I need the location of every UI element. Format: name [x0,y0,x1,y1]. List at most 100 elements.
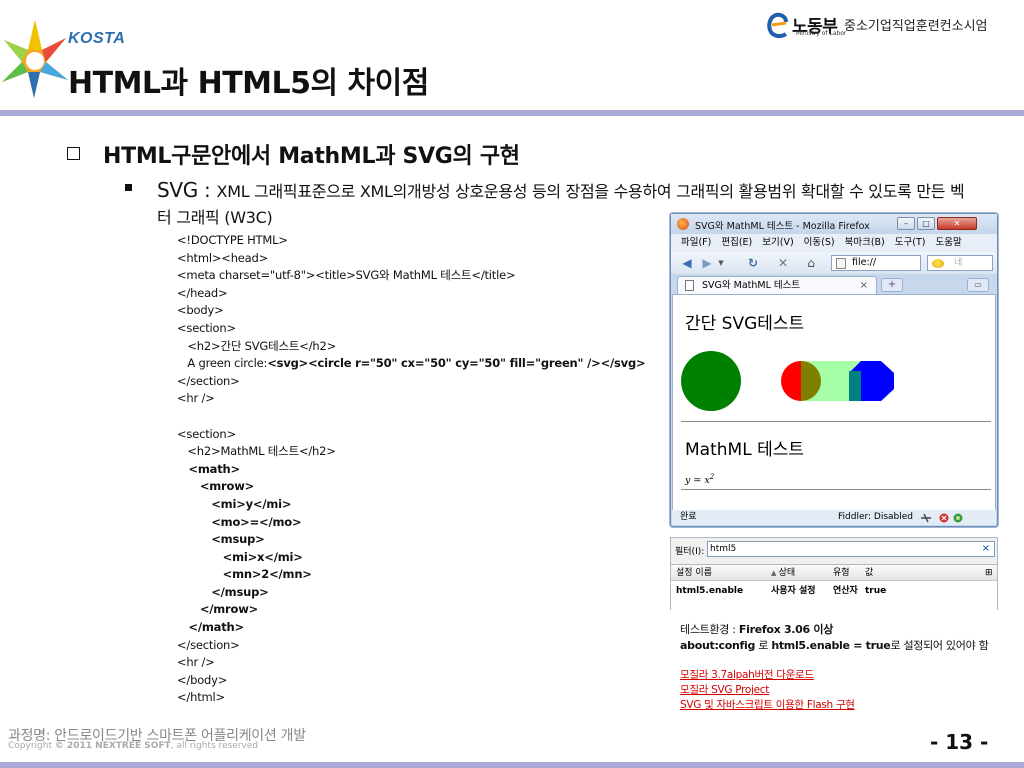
pref-type: 연산자 [833,586,858,596]
math-exponent: 2 [709,473,715,481]
code-sample: <!DOCTYPE HTML> <html><head> <meta charset… [177,232,646,707]
code-line: <meta charset="utf-8"><title>SVG와 MathML… [177,268,516,283]
firefox-icon [677,218,689,230]
menu-item[interactable]: 편집(E) [721,237,752,248]
checkbox-bullet-icon [67,147,80,160]
link-mozilla-download[interactable]: 모질라 3.7alpah버전 다운로드 [680,668,855,683]
filter-input[interactable]: html5 × [707,541,995,557]
fiddler-status[interactable]: Fiddler: Disabled [838,510,913,525]
firefox-window: SVG와 MathML 테스트 - Mozilla Firefox – □ ✕ … [670,213,998,527]
pref-status: 사용자 설정 [771,586,816,596]
green-circle [681,351,741,411]
code-line: </html> [177,690,225,705]
code-line: <html><head> [177,250,269,265]
menu-item[interactable]: 북마크(B) [845,237,885,248]
home-icon[interactable]: ⌂ [803,255,819,271]
minimize-button[interactable]: – [897,217,915,230]
code-line: <hr /> [177,655,215,670]
page-content: 간단 SVG테스트 MathML 테스트 y = x2 [672,294,996,512]
code-line: <mo>=</mo> [211,514,302,529]
search-placeholder: 네 [954,258,963,268]
back-arrow-icon[interactable]: ◀ [679,255,695,271]
menu-item[interactable]: 도움말 [935,237,961,248]
close-tab-icon[interactable]: × [860,277,868,294]
teal-overlap [849,371,861,401]
code-line: <mi>y</mi> [211,496,292,511]
close-button[interactable]: ✕ [937,217,977,230]
copyright: Copyright © 2011 NEXTREE SOFT, all right… [8,741,259,751]
pref-value: true [865,586,887,596]
math-lhs: y = x [685,475,710,487]
page-title: HTML과 HTML5의 차이점 [68,66,429,101]
forward-arrow-icon[interactable]: ▶ [699,255,715,271]
ministry-program-title: 중소기업직업훈련컨소시엄 [844,19,988,34]
code-line: <math> [188,461,240,476]
code-line: </msup> [211,584,269,599]
column-picker-icon[interactable]: ⊞ [985,565,993,581]
code-line: <section> [177,320,236,335]
menu-bar: 파일(F) 편집(E) 보기(V) 이동(S) 북마크(B) 도구(T) 도움말 [671,234,997,252]
code-line: </math> [188,620,244,635]
svg-shapes [681,351,894,411]
column-header-status[interactable]: ▲ 상태 [771,565,795,581]
pref-name: html5.enable [676,586,744,596]
code-line: A green circle:<svg><circle r="50" cx="5… [187,356,646,371]
preferences-table: 설정 이름 ▲ 상태 유형 값 ⊞ html5.enable 사용자 설정 연산… [671,564,997,610]
brand-name: KOSTA [68,30,126,47]
menu-item[interactable]: 이동(S) [804,237,835,248]
window-titlebar[interactable]: SVG와 MathML 테스트 - Mozilla Firefox – □ ✕ [671,214,997,234]
menu-item[interactable]: 도구(T) [895,237,926,248]
status-icons[interactable] [920,513,972,523]
section-heading: HTML구문안에서 MathML과 SVG의 구현 [103,144,520,169]
menu-item[interactable]: 보기(V) [762,237,793,248]
code-line: <mrow> [199,479,255,494]
history-dropdown-icon[interactable]: ▼ [717,255,725,271]
code-line: <h2>간단 SVG테스트</h2> [187,338,337,353]
table-row[interactable]: html5.enable 사용자 설정 연산자 true [671,583,997,599]
new-tab-button[interactable]: + [881,278,903,292]
horizontal-rule [681,489,991,490]
code-line: <hr /> [177,391,215,406]
code-line: <mn>2</mn> [222,567,312,582]
link-mozilla-svg-project[interactable]: 모질라 SVG Project [680,683,855,698]
filter-value: html5 [710,544,737,554]
url-bar[interactable]: file:// ☆ ▼ [831,255,921,271]
about-config-panel: 필터(I): html5 × 설정 이름 ▲ 상태 유형 값 ⊞ html5.e… [670,537,998,610]
status-text: 완료 [680,512,697,522]
link-svg-flash[interactable]: SVG 및 자바스크립트 이용한 Flash 구현 [680,698,855,713]
code-line: </section> [177,373,240,388]
stop-icon[interactable]: ✕ [775,255,791,271]
search-engine-icon[interactable] [932,259,944,268]
menu-item[interactable]: 파일(F) [681,237,711,248]
maximize-button[interactable]: □ [917,217,935,230]
code-line: <!DOCTYPE HTML> [177,233,288,247]
status-bar: 완료 Fiddler: Disabled [672,510,996,525]
reference-links: 모질라 3.7alpah버전 다운로드 모질라 SVG Project SVG … [680,668,855,713]
svg-description-lead: SVG : [157,178,217,202]
table-header: 설정 이름 ▲ 상태 유형 값 ⊞ [671,565,997,581]
tab-svg-mathml[interactable]: SVG와 MathML 테스트 × [677,276,877,294]
svg-test-heading: 간단 SVG테스트 [685,314,805,334]
column-header-value[interactable]: 값 [865,565,873,581]
code-line: <mi>x</mi> [222,549,303,564]
mathml-test-heading: MathML 테스트 [685,440,804,460]
search-box[interactable]: 네 [927,255,993,271]
column-header-type[interactable]: 유형 [833,565,850,581]
header-divider [0,110,1024,116]
code-line: <body> [177,303,224,318]
note-line-2: about:config 로 html5.enable = true로 설정되어… [680,639,989,652]
page-icon [685,280,694,291]
horizontal-rule [681,421,991,422]
column-header-name[interactable]: 설정 이름 [676,565,712,581]
clear-filter-icon[interactable]: × [982,542,990,556]
code-line: </body> [177,672,228,687]
filter-label: 필터(I): [675,547,705,557]
reload-icon[interactable]: ↻ [745,255,761,271]
note-line-1: 테스트환경 : Firefox 3.06 이상 [680,623,834,636]
math-equation: y = x2 [685,473,714,486]
page-number: - 13 - [930,730,989,754]
tab-list-button[interactable]: ▭ [967,278,989,292]
code-line: </section> [177,637,240,652]
page-icon [836,258,846,269]
